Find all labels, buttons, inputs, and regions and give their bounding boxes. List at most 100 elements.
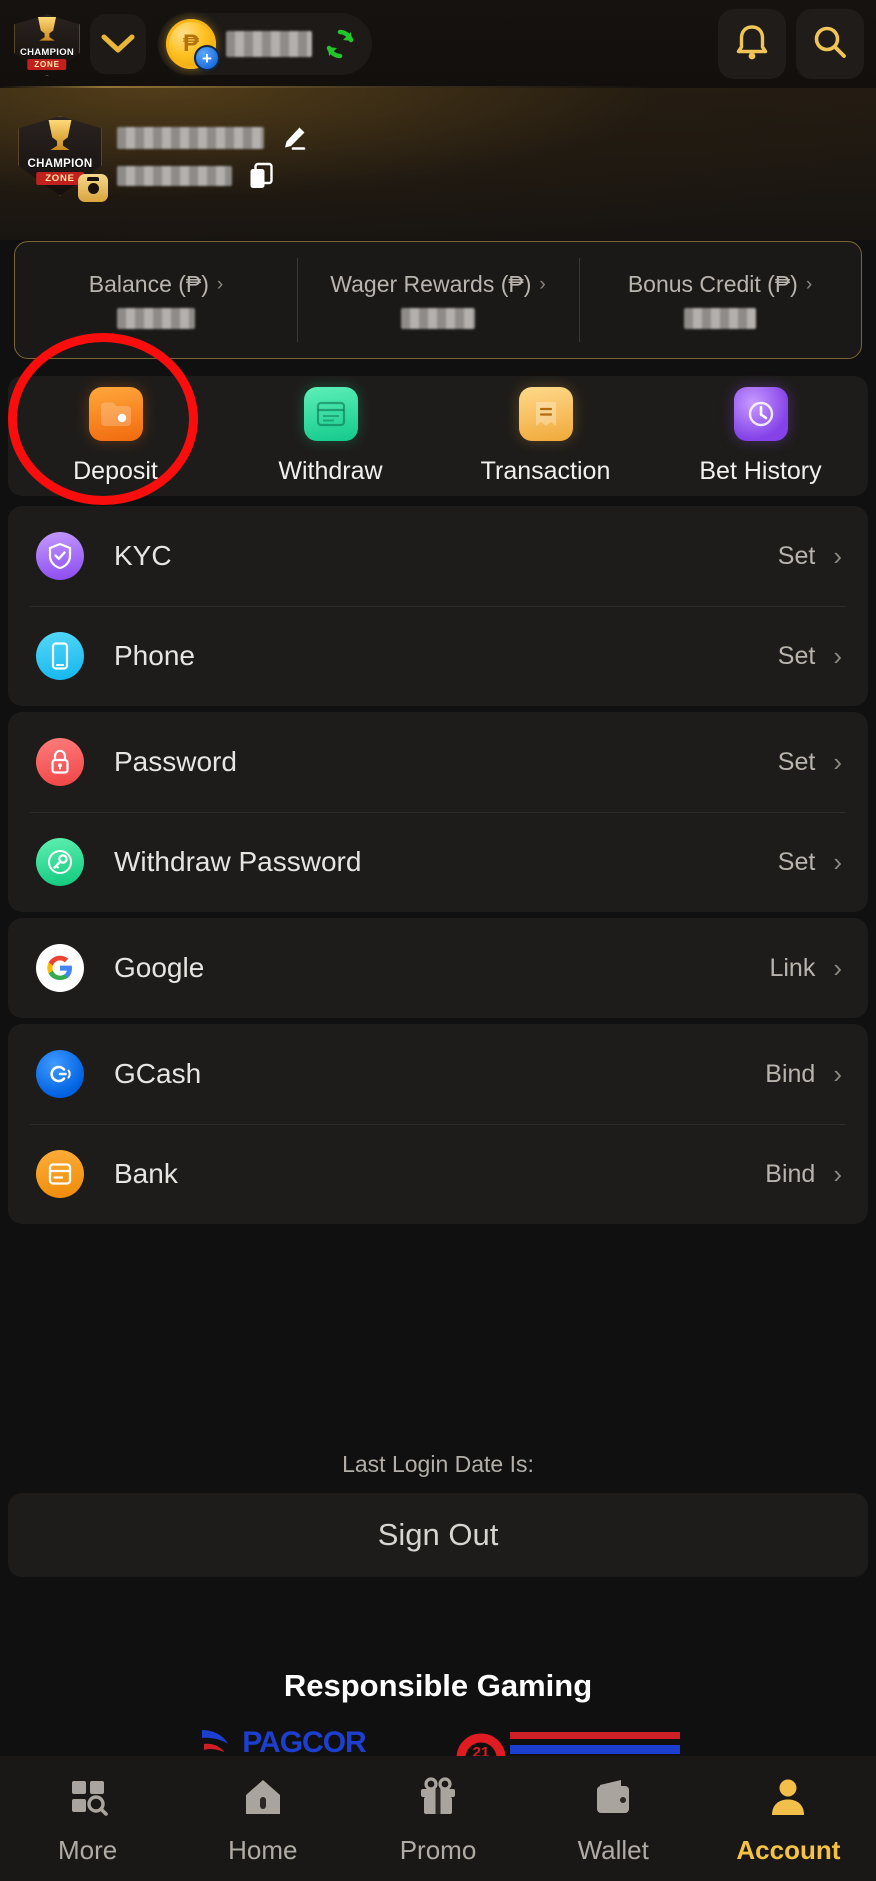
user-id-row <box>117 162 274 190</box>
quick-action-withdraw[interactable]: Withdraw <box>223 386 438 486</box>
nav-item-more[interactable]: More <box>0 1771 175 1866</box>
account-dropdown-button[interactable] <box>90 14 146 74</box>
settings-row-kyc-label: KYC <box>114 540 172 571</box>
refresh-icon[interactable] <box>322 26 358 62</box>
settings-row-bank-label: Bank <box>114 1158 178 1189</box>
quick-action-deposit[interactable]: Deposit <box>8 386 223 486</box>
nav-item-wallet[interactable]: Wallet <box>526 1771 701 1866</box>
brand-logo[interactable]: CHAMPION ZONE <box>10 7 84 81</box>
settings-row-kyc[interactable]: KYC Set › <box>8 506 868 606</box>
camera-lens-shape <box>87 182 99 194</box>
settings-row-password-status: Set <box>777 747 816 776</box>
quick-action-transaction[interactable]: Transaction <box>438 386 653 486</box>
phone-icon <box>36 632 84 680</box>
avatar[interactable]: CHAMPION ZONE <box>14 108 108 202</box>
cash-withdraw-icon <box>303 386 358 441</box>
app-root: CHAMPION ZONE ₱ + CHAMPION ZONE Balance … <box>0 0 876 1881</box>
quick-action-bet-history-label: Bet History <box>699 456 822 485</box>
bonus-credit-label-wrap: Bonus Credit (₱) › <box>628 271 812 298</box>
brand-sub-text: ZONE <box>27 58 67 70</box>
lock-icon <box>36 738 84 786</box>
settings-row-bank[interactable]: Bank Bind › <box>8 1124 868 1224</box>
settings-row-google-action: Link › <box>769 953 842 984</box>
quick-action-withdraw-label: Withdraw <box>278 456 383 485</box>
chevron-right-icon: › <box>833 1058 842 1089</box>
clock-history-icon <box>733 386 788 441</box>
receipt-transaction-icon <box>518 386 573 441</box>
balance-label: Balance (₱) <box>88 271 209 297</box>
top-bar: CHAMPION ZONE ₱ + <box>0 0 876 88</box>
avatar-brand-sub: ZONE <box>36 172 84 186</box>
balance-cell-wager-rewards[interactable]: Wager Rewards (₱) › <box>297 242 579 358</box>
user-icon <box>762 1771 814 1823</box>
camera-icon[interactable] <box>78 174 108 202</box>
plus-badge-icon: + <box>194 45 220 71</box>
gcash-icon <box>36 1050 84 1098</box>
username-row <box>117 124 308 152</box>
settings-group-google: Google Link › <box>8 918 868 1018</box>
quick-actions-bar: Deposit Withdraw Transaction Bet History <box>8 376 868 496</box>
notifications-button[interactable] <box>718 9 786 79</box>
wallet-amount-value <box>226 31 312 57</box>
settings-row-password[interactable]: Password Set › <box>8 712 868 812</box>
chevron-right-icon: › <box>833 952 842 983</box>
sign-out-button[interactable]: Sign Out <box>8 1493 868 1577</box>
settings-row-password-action: Set › <box>778 747 842 778</box>
nav-item-home[interactable]: Home <box>175 1771 350 1866</box>
edit-pencil-icon[interactable] <box>280 124 308 152</box>
username-value <box>117 127 264 149</box>
settings-row-bank-status: Bind <box>765 1159 816 1188</box>
wager-rewards-label-wrap: Wager Rewards (₱) › <box>330 271 545 298</box>
champion-zone-logo-icon: CHAMPION ZONE <box>10 7 84 81</box>
bank-card-icon <box>36 1150 84 1198</box>
coin-add-funds-button[interactable]: ₱ + <box>166 19 220 71</box>
settings-group-payments: GCash Bind › Bank Bind › <box>8 1024 868 1224</box>
nav-item-wallet-label: Wallet <box>577 1835 649 1865</box>
pagcor-text: PAGCOR <box>242 1726 366 1759</box>
settings-group-passwords: Password Set › Withdraw Password Set › <box>8 712 868 912</box>
settings-row-google-status: Link <box>769 953 816 982</box>
settings-row-gcash[interactable]: GCash Bind › <box>8 1024 868 1124</box>
copy-icon[interactable] <box>248 162 274 190</box>
chevron-right-icon: › <box>805 273 813 295</box>
nav-item-account-label: Account <box>736 1835 841 1865</box>
nav-item-account[interactable]: Account <box>701 1771 876 1866</box>
nav-item-home-label: Home <box>228 1835 298 1865</box>
settings-row-phone-label: Phone <box>114 640 195 671</box>
age-restriction-bars <box>509 1724 680 1754</box>
settings-row-gcash-action: Bind › <box>765 1059 842 1090</box>
camera-top-shape <box>87 177 99 181</box>
settings-row-withdraw-password[interactable]: Withdraw Password Set › <box>8 812 868 912</box>
balance-label-wrap: Balance (₱) › <box>89 271 224 298</box>
quick-action-transaction-label: Transaction <box>480 456 611 485</box>
bar-blue <box>509 1745 680 1754</box>
balance-cell-balance[interactable]: Balance (₱) › <box>15 242 297 358</box>
settings-row-kyc-action: Set › <box>778 541 842 572</box>
balance-value <box>117 308 195 329</box>
balance-summary-card: Balance (₱) › Wager Rewards (₱) › Bonus … <box>14 241 862 359</box>
settings-row-gcash-status: Bind <box>765 1059 816 1088</box>
settings-row-withdraw-password-label: Withdraw Password <box>114 846 362 877</box>
user-id-value <box>117 166 232 186</box>
bell-icon <box>733 22 771 67</box>
settings-row-google-label: Google <box>114 952 205 983</box>
profile-header: CHAMPION ZONE <box>0 88 876 240</box>
responsible-gaming-title: Responsible Gaming <box>283 1668 593 1703</box>
settings-row-google[interactable]: Google Link › <box>8 918 868 1018</box>
bar-red <box>509 1732 680 1739</box>
wallet-balance-chip[interactable]: ₱ + <box>158 13 372 75</box>
settings-row-phone[interactable]: Phone Set › <box>8 606 868 706</box>
google-icon <box>36 944 84 992</box>
wallet-deposit-icon <box>88 386 143 441</box>
chevron-down-icon <box>101 33 135 55</box>
balance-cell-bonus-credit[interactable]: Bonus Credit (₱) › <box>579 242 861 358</box>
nav-item-promo[interactable]: Promo <box>350 1771 525 1866</box>
settings-group-verification: KYC Set › Phone Set › <box>8 506 868 706</box>
quick-action-bet-history[interactable]: Bet History <box>653 386 868 486</box>
search-button[interactable] <box>796 9 864 79</box>
grid-search-icon <box>62 1771 114 1823</box>
wager-rewards-label: Wager Rewards (₱) <box>330 271 532 297</box>
wager-rewards-value <box>401 308 475 329</box>
bonus-credit-label: Bonus Credit (₱) <box>627 271 798 297</box>
settings-row-password-label: Password <box>114 746 237 777</box>
